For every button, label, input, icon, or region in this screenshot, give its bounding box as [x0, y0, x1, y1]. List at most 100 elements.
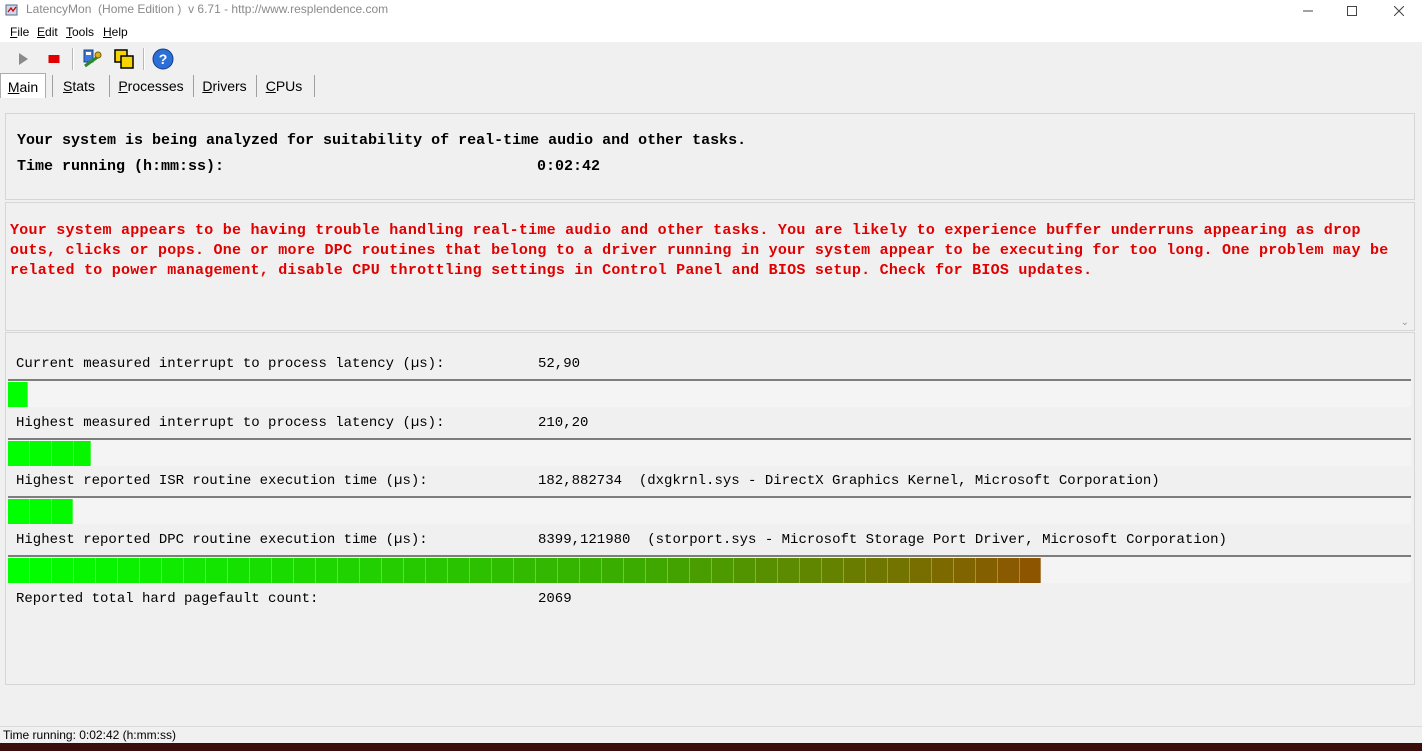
meter-segment — [998, 558, 1020, 583]
meter-segment — [580, 558, 602, 583]
meter-segment — [140, 558, 162, 583]
analyze-icon — [83, 49, 102, 68]
tab-strip: Main Stats Processes Drivers CPUs — [0, 73, 1422, 99]
title-bar: LatencyMon (Home Edition ) v 6.71 - http… — [0, 0, 1422, 22]
help-icon: ? — [152, 48, 174, 70]
meter-segment — [1020, 558, 1041, 583]
help-button[interactable]: ? — [151, 47, 175, 71]
menu-tools[interactable]: Tools — [66, 25, 94, 39]
tab-separator — [193, 75, 194, 97]
meter-segment — [338, 558, 360, 583]
meter-segment — [800, 558, 822, 583]
meter-segment — [74, 441, 91, 466]
meter-segment — [30, 441, 52, 466]
measurements-panel: Current measured interrupt to process la… — [5, 332, 1415, 685]
play-icon — [19, 53, 28, 65]
meter-segment — [514, 558, 536, 583]
meter-segment — [624, 558, 646, 583]
isr-time-bar — [8, 496, 1411, 524]
tab-main[interactable]: Main — [0, 73, 46, 98]
meter-segment — [932, 558, 954, 583]
meter-segment — [74, 558, 96, 583]
stop-button[interactable] — [42, 47, 66, 71]
meter-segment — [954, 558, 976, 583]
tab-separator — [256, 75, 257, 97]
meter-segment — [96, 558, 118, 583]
meter-segment — [360, 558, 382, 583]
meter-segment — [30, 499, 52, 524]
meter-segment — [492, 558, 514, 583]
stop-icon — [48, 55, 60, 63]
meter-segment — [668, 558, 690, 583]
meter-segment — [712, 558, 734, 583]
meter-segment — [844, 558, 866, 583]
meter-segment — [52, 558, 74, 583]
meter-segment — [866, 558, 888, 583]
toolbar: ? — [0, 43, 1422, 73]
dpc-time-value: 8399,121980 (storport.sys - Microsoft St… — [538, 532, 1227, 548]
meter-segment — [250, 558, 272, 583]
meter-segment — [316, 558, 338, 583]
meter-segment — [426, 558, 448, 583]
highest-latency-value: 210,20 — [538, 415, 589, 431]
windows-icon — [114, 49, 134, 69]
svg-text:?: ? — [159, 51, 168, 67]
tab-drivers[interactable]: Drivers — [197, 73, 252, 98]
meter-segment — [162, 558, 184, 583]
menu-edit[interactable]: Edit — [37, 25, 58, 39]
meter-segment — [558, 558, 580, 583]
pagefault-label: Reported total hard pagefault count: — [16, 591, 319, 607]
meter-segment — [8, 558, 30, 583]
meter-segment — [118, 558, 140, 583]
isr-driver-detail: (dxgkrnl.sys - DirectX Graphics Kernel, … — [638, 473, 1160, 489]
scroll-down-icon[interactable]: ⌄ — [1401, 317, 1409, 328]
meter-segment — [976, 558, 998, 583]
latencymon-app-icon — [5, 4, 18, 16]
tab-separator — [109, 75, 110, 97]
meter-segment — [206, 558, 228, 583]
meter-segment — [756, 558, 778, 583]
warning-text: Your system appears to be having trouble… — [10, 222, 1389, 279]
close-button[interactable] — [1376, 0, 1422, 22]
minimize-icon — [1303, 10, 1313, 12]
minimize-button[interactable] — [1285, 0, 1331, 22]
meter-segment — [910, 558, 932, 583]
meter-segment — [272, 558, 294, 583]
menu-help[interactable]: Help — [103, 25, 128, 39]
close-icon — [1394, 6, 1404, 16]
start-button[interactable] — [11, 47, 35, 71]
menu-bar: File Edit Tools Help — [0, 22, 1422, 42]
meter-segment — [448, 558, 470, 583]
meter-segment — [382, 558, 404, 583]
toolbar-separator — [72, 48, 74, 70]
current-latency-value: 52,90 — [538, 356, 581, 372]
meter-segment — [8, 382, 28, 407]
maximize-button[interactable] — [1329, 0, 1375, 22]
tab-cpus[interactable]: CPUs — [260, 73, 308, 98]
meter-segment — [536, 558, 558, 583]
meter-segment — [778, 558, 800, 583]
isr-time-value: 182,882734 (dxgkrnl.sys - DirectX Graphi… — [538, 473, 1160, 489]
highest-latency-bar — [8, 438, 1411, 466]
warning-panel[interactable]: Your system appears to be having trouble… — [5, 202, 1415, 331]
meter-segment — [228, 558, 250, 583]
meter-segment — [184, 558, 206, 583]
current-latency-bar-fill — [8, 382, 28, 407]
analyze-button[interactable] — [80, 47, 104, 71]
isr-time-label: Highest reported ISR routine execution t… — [16, 473, 428, 489]
menu-file[interactable]: File — [10, 25, 29, 39]
window-title: LatencyMon (Home Edition ) v 6.71 - http… — [26, 2, 389, 16]
tab-processes[interactable]: Processes — [113, 73, 189, 98]
dpc-time-label: Highest reported DPC routine execution t… — [16, 532, 428, 548]
current-latency-label: Current measured interrupt to process la… — [16, 356, 445, 372]
dpc-time-bar — [8, 555, 1411, 583]
meter-segment — [888, 558, 910, 583]
maximize-icon — [1347, 6, 1357, 16]
meter-segment — [8, 499, 30, 524]
windows-button[interactable] — [112, 47, 136, 71]
meter-segment — [52, 499, 73, 524]
dpc-time-bar-fill — [8, 558, 1041, 583]
dpc-driver-detail: (storport.sys - Microsoft Storage Port D… — [647, 532, 1227, 548]
meter-segment — [52, 441, 74, 466]
tab-stats[interactable]: Stats — [56, 73, 102, 98]
